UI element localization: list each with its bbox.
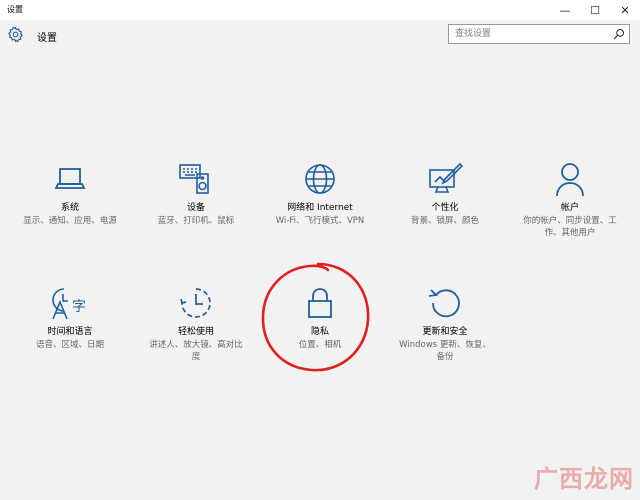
tile-name: 时间和语言 — [47, 327, 93, 337]
tile-name: 个性化 — [431, 203, 459, 213]
minimize-button[interactable]: — — [550, 0, 580, 20]
tile-description: 语音、区域、日期 — [35, 340, 104, 350]
tile-time-language[interactable]: 字 时间和语言 语音、区域、日期 — [20, 286, 120, 351]
search-icon[interactable] — [613, 28, 625, 40]
tile-name: 更新和安全 — [422, 327, 468, 337]
tile-accounts[interactable]: 帐户 你的帐户、同步设置、工作、其他用户 — [520, 162, 620, 239]
tile-description: Windows 更新、恢复、备份 — [399, 340, 491, 362]
window-title: 设置 — [7, 5, 23, 14]
minimize-icon: — — [559, 3, 571, 17]
tile-privacy[interactable]: 隐私 位置、相机 — [270, 286, 370, 351]
tile-name: 设备 — [186, 203, 205, 213]
tile-update-security[interactable]: 更新和安全 Windows 更新、恢复、备份 — [395, 286, 495, 363]
laptop-icon — [54, 168, 86, 189]
ease-of-access-icon — [180, 288, 211, 318]
watermark-logo: 广西龙网 — [534, 464, 634, 493]
search-input[interactable] — [451, 26, 614, 42]
tile-ease-of-access[interactable]: 轻松使用 讲述人、放大镜、高对比度 — [146, 286, 246, 363]
tile-description: 你的帐户、同步设置、工作、其他用户 — [523, 216, 617, 238]
tile-name: 隐私 — [310, 327, 329, 337]
title-bar: 设置 — ☐ ✕ — [0, 0, 640, 20]
tile-description: 位置、相机 — [298, 340, 342, 350]
devices-icon — [179, 164, 209, 194]
time-language-icon: 字 — [52, 288, 86, 320]
tile-description: 背景、锁屏、颜色 — [410, 216, 479, 226]
svg-text:字: 字 — [72, 299, 86, 315]
personalization-icon — [429, 162, 463, 193]
tile-description: Wi-Fi、飞行模式、VPN — [275, 216, 365, 226]
search-box[interactable] — [448, 24, 630, 44]
maximize-button[interactable]: ☐ — [580, 0, 610, 20]
update-icon — [428, 289, 460, 318]
maximize-icon: ☐ — [590, 3, 600, 17]
tile-system[interactable]: 系统 显示、通知、应用、电源 — [20, 162, 120, 227]
tile-name: 系统 — [60, 203, 79, 213]
close-icon: ✕ — [620, 3, 630, 17]
tile-description: 显示、通知、应用、电源 — [23, 216, 117, 226]
tile-devices[interactable]: 设备 蓝牙、打印机、鼠标 — [146, 162, 246, 227]
tile-personalization[interactable]: 个性化 背景、锁屏、颜色 — [395, 162, 495, 227]
tile-network[interactable]: 网络和 Internet Wi-Fi、飞行模式、VPN — [270, 162, 370, 227]
tile-description: 讲述人、放大镜、高对比度 — [149, 340, 243, 362]
close-button[interactable]: ✕ — [610, 0, 640, 20]
gear-icon — [8, 26, 23, 43]
tile-name: 网络和 Internet — [287, 203, 353, 213]
tile-name: 轻松使用 — [177, 327, 214, 337]
lock-icon — [308, 288, 332, 318]
page-title: 设置 — [37, 33, 57, 44]
tile-name: 帐户 — [560, 203, 579, 213]
person-icon — [556, 163, 584, 197]
globe-icon — [305, 164, 335, 194]
tile-description: 蓝牙、打印机、鼠标 — [157, 216, 235, 226]
